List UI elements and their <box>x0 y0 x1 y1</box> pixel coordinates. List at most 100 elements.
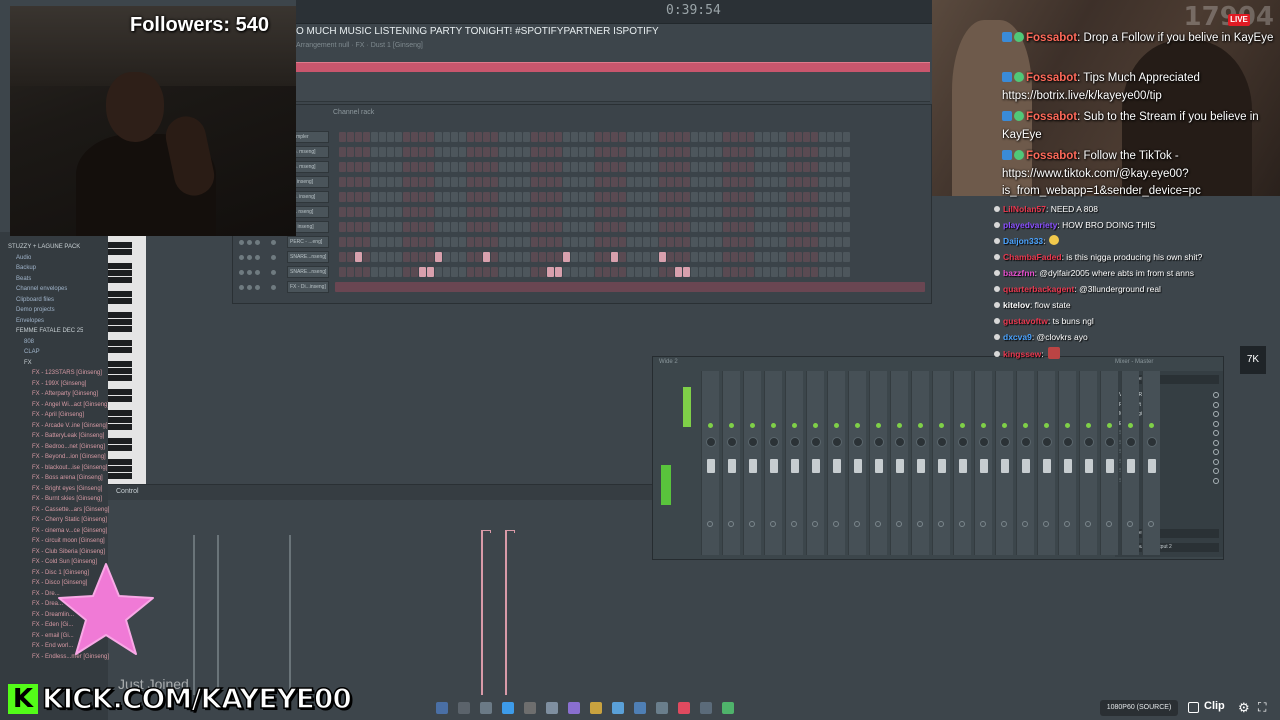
step-button[interactable] <box>459 162 466 172</box>
velocity-handle[interactable] <box>481 530 491 533</box>
volume-fader[interactable] <box>1064 459 1072 473</box>
step-button[interactable] <box>723 207 730 217</box>
step-button[interactable] <box>563 162 570 172</box>
step-button[interactable] <box>547 237 554 247</box>
step-button[interactable] <box>347 147 354 157</box>
piano-black-key[interactable] <box>108 312 132 318</box>
step-button[interactable] <box>491 252 498 262</box>
step-button[interactable] <box>467 177 474 187</box>
step-button[interactable] <box>467 252 474 262</box>
step-button[interactable] <box>611 132 618 142</box>
step-button[interactable] <box>387 162 394 172</box>
mixer-strip[interactable] <box>1121 371 1139 555</box>
step-button[interactable] <box>579 267 586 277</box>
volume-fader[interactable] <box>917 459 925 473</box>
step-button[interactable] <box>843 177 850 187</box>
step-button[interactable] <box>723 132 730 142</box>
step-button[interactable] <box>427 132 434 142</box>
step-button[interactable] <box>595 222 602 232</box>
step-button[interactable] <box>755 192 762 202</box>
step-button[interactable] <box>731 267 738 277</box>
step-button[interactable] <box>499 222 506 232</box>
step-button[interactable] <box>443 147 450 157</box>
pan-knob[interactable] <box>1021 437 1031 447</box>
step-button[interactable] <box>451 267 458 277</box>
step-button[interactable] <box>563 177 570 187</box>
step-button[interactable] <box>387 147 394 157</box>
step-button[interactable] <box>755 132 762 142</box>
step-button[interactable] <box>651 222 658 232</box>
step-button[interactable] <box>523 252 530 262</box>
step-button[interactable] <box>531 192 538 202</box>
step-button[interactable] <box>451 222 458 232</box>
route-button[interactable] <box>728 521 734 527</box>
step-button[interactable] <box>395 132 402 142</box>
step-button[interactable] <box>715 222 722 232</box>
strip-enable-led[interactable] <box>1044 423 1049 428</box>
step-button[interactable] <box>739 162 746 172</box>
step-button[interactable] <box>419 147 426 157</box>
step-button[interactable] <box>723 237 730 247</box>
step-button[interactable] <box>835 222 842 232</box>
step-button[interactable] <box>539 237 546 247</box>
step-button[interactable] <box>627 192 634 202</box>
step-button[interactable] <box>419 267 426 277</box>
channel-row[interactable]: Sampler <box>235 131 929 144</box>
step-button[interactable] <box>347 162 354 172</box>
strip-enable-led[interactable] <box>1023 423 1028 428</box>
step-button[interactable] <box>587 207 594 217</box>
step-button[interactable] <box>691 147 698 157</box>
step-button[interactable] <box>355 207 362 217</box>
step-button[interactable] <box>387 132 394 142</box>
strip-enable-led[interactable] <box>855 423 860 428</box>
step-button[interactable] <box>531 177 538 187</box>
step-button[interactable] <box>379 237 386 247</box>
pan-knob[interactable] <box>790 437 800 447</box>
slot-toggle-icon[interactable] <box>1213 420 1219 427</box>
step-button[interactable] <box>547 222 554 232</box>
browser-item[interactable]: CLAP <box>24 347 40 357</box>
step-button[interactable] <box>819 132 826 142</box>
browser-item[interactable]: FX - Cherry Static [Ginseng] <box>32 515 107 525</box>
volume-fader[interactable] <box>896 459 904 473</box>
step-button[interactable] <box>627 252 634 262</box>
step-button[interactable] <box>827 222 834 232</box>
volume-fader[interactable] <box>980 459 988 473</box>
step-button[interactable] <box>555 222 562 232</box>
send-select[interactable]: (none) <box>1125 529 1219 538</box>
step-button[interactable] <box>755 252 762 262</box>
step-button[interactable] <box>835 177 842 187</box>
browser-item[interactable]: FX - Arcade V..ine [Ginseng] <box>32 421 108 431</box>
volume-fader[interactable] <box>938 459 946 473</box>
step-button[interactable] <box>563 192 570 202</box>
strip-enable-led[interactable] <box>729 423 734 428</box>
step-button[interactable] <box>763 192 770 202</box>
step-button[interactable] <box>539 192 546 202</box>
step-button[interactable] <box>555 252 562 262</box>
volume-fader[interactable] <box>1127 459 1135 473</box>
step-button[interactable] <box>475 267 482 277</box>
browser-item[interactable]: FX - Beyond...ion [Ginseng] <box>32 452 106 462</box>
step-button[interactable] <box>811 147 818 157</box>
step-button[interactable] <box>763 147 770 157</box>
step-button[interactable] <box>811 162 818 172</box>
chat-username[interactable]: gustavoftw <box>1003 316 1048 326</box>
channel-controls[interactable] <box>235 238 285 247</box>
taskbar-app-icon[interactable] <box>480 702 492 714</box>
step-button[interactable] <box>475 207 482 217</box>
step-button[interactable] <box>427 162 434 172</box>
step-button[interactable] <box>659 132 666 142</box>
route-button[interactable] <box>959 521 965 527</box>
step-button[interactable] <box>531 222 538 232</box>
step-button[interactable] <box>363 222 370 232</box>
step-button[interactable] <box>819 252 826 262</box>
step-button[interactable] <box>371 147 378 157</box>
step-button[interactable] <box>675 162 682 172</box>
step-button[interactable] <box>387 207 394 217</box>
taskbar-app-icon[interactable] <box>502 702 514 714</box>
channel-row[interactable]: Cu. inseng] <box>235 191 929 204</box>
route-button[interactable] <box>812 521 818 527</box>
fullscreen-icon[interactable]: ⛶ <box>1258 700 1266 715</box>
step-button[interactable] <box>739 192 746 202</box>
slot-toggle-icon[interactable] <box>1213 401 1219 408</box>
